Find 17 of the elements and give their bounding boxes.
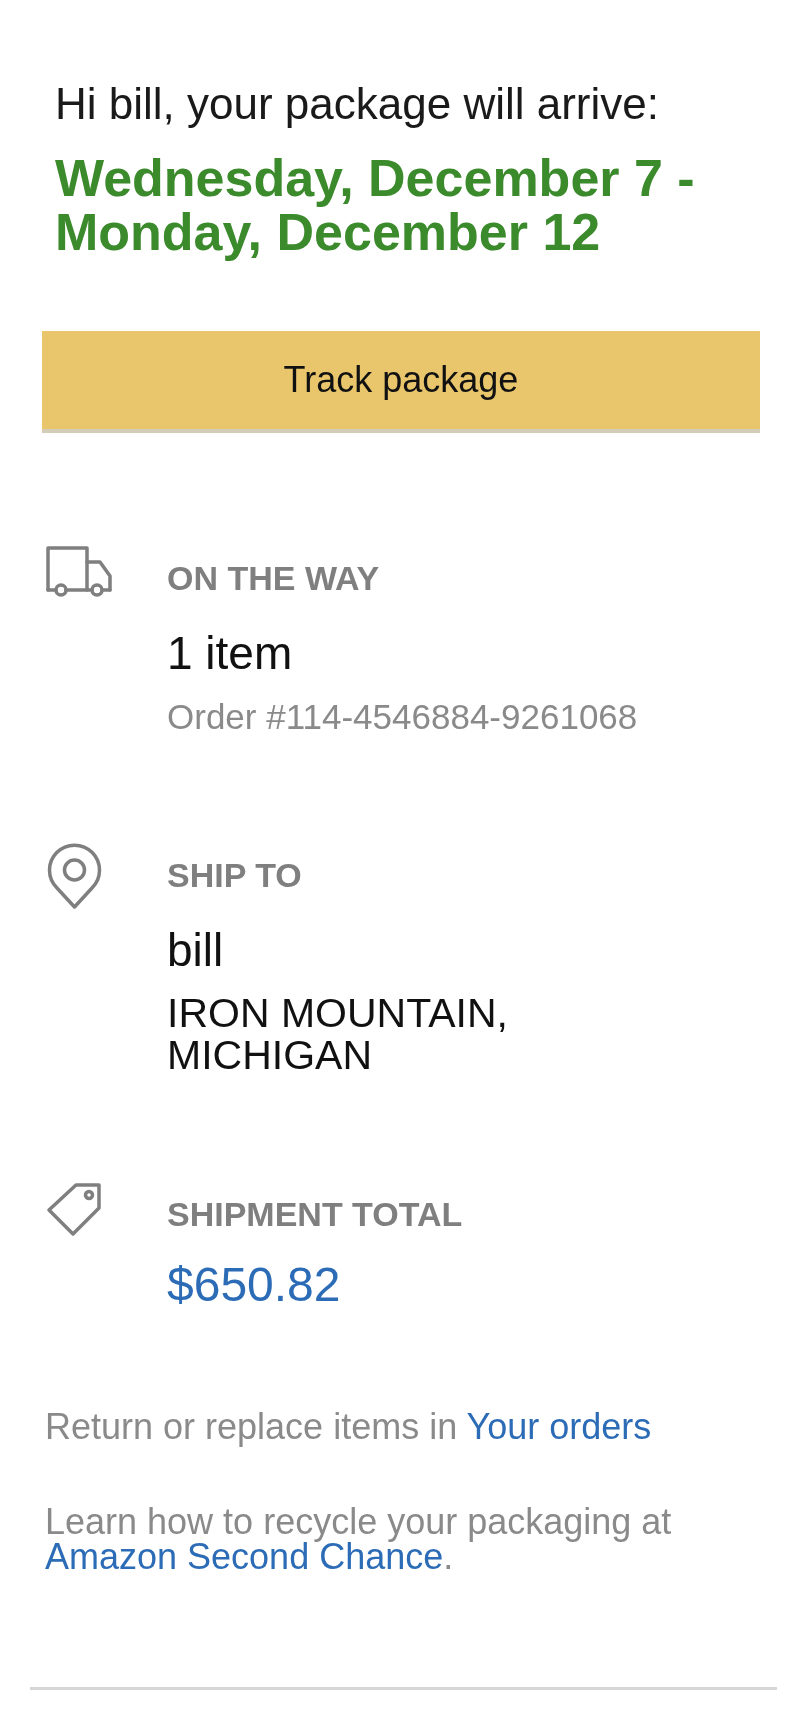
ship-to-heading: SHIP TO	[167, 855, 303, 895]
total-heading: SHIPMENT TOTAL	[167, 1194, 464, 1234]
recycling-info-text: Learn how to recycle your packaging at Amazon Second Chance.	[45, 1504, 673, 1574]
delivery-date-heading: Wednesday, December 7 - Monday, December 12	[54, 151, 696, 259]
order-number-text: Order #114-4546884-9261068	[167, 697, 639, 737]
your-orders-link[interactable]: Your orders	[466, 1406, 652, 1447]
recipient-name: bill	[167, 924, 225, 976]
price-tag-icon	[46, 1182, 102, 1237]
address-text: IRON MOUNTAIN, MICHIGAN	[167, 992, 509, 1076]
total-amount: $650.82	[167, 1258, 342, 1312]
item-count-text: 1 item	[167, 627, 294, 679]
greeting-text: Hi bill, your package will arrive:	[54, 79, 660, 129]
track-package-button[interactable]: Track package	[42, 331, 760, 433]
return-info-text: Return or replace items in Your orders	[45, 1407, 653, 1447]
truck-icon	[46, 546, 112, 597]
status-heading: ON THE WAY	[167, 558, 381, 598]
location-pin-icon	[46, 843, 103, 910]
